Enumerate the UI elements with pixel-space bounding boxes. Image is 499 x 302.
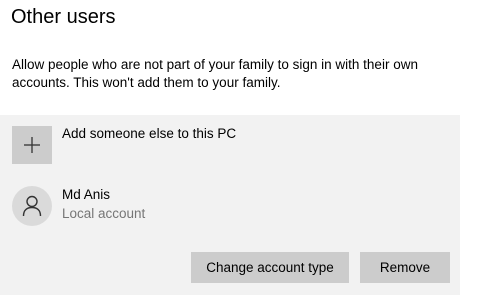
add-user-tile: [12, 126, 52, 164]
user-item-md-anis[interactable]: Md Anis Local account: [0, 175, 460, 235]
section-title: Other users: [11, 6, 116, 28]
change-account-type-button[interactable]: Change account type: [191, 252, 349, 283]
add-someone-else-button[interactable]: Add someone else to this PC: [0, 115, 460, 171]
person-icon: [22, 195, 42, 217]
other-users-page: Other users Allow people who are not par…: [0, 0, 499, 302]
user-account-type: Local account: [62, 206, 146, 221]
plus-icon: [24, 137, 40, 153]
add-someone-else-label: Add someone else to this PC: [62, 126, 237, 141]
user-name: Md Anis: [62, 187, 111, 202]
section-description: Allow people who are not part of your fa…: [12, 57, 418, 90]
users-panel: Add someone else to this PC Md Anis Loca…: [0, 115, 460, 295]
avatar: [12, 186, 52, 226]
remove-button[interactable]: Remove: [360, 252, 450, 283]
